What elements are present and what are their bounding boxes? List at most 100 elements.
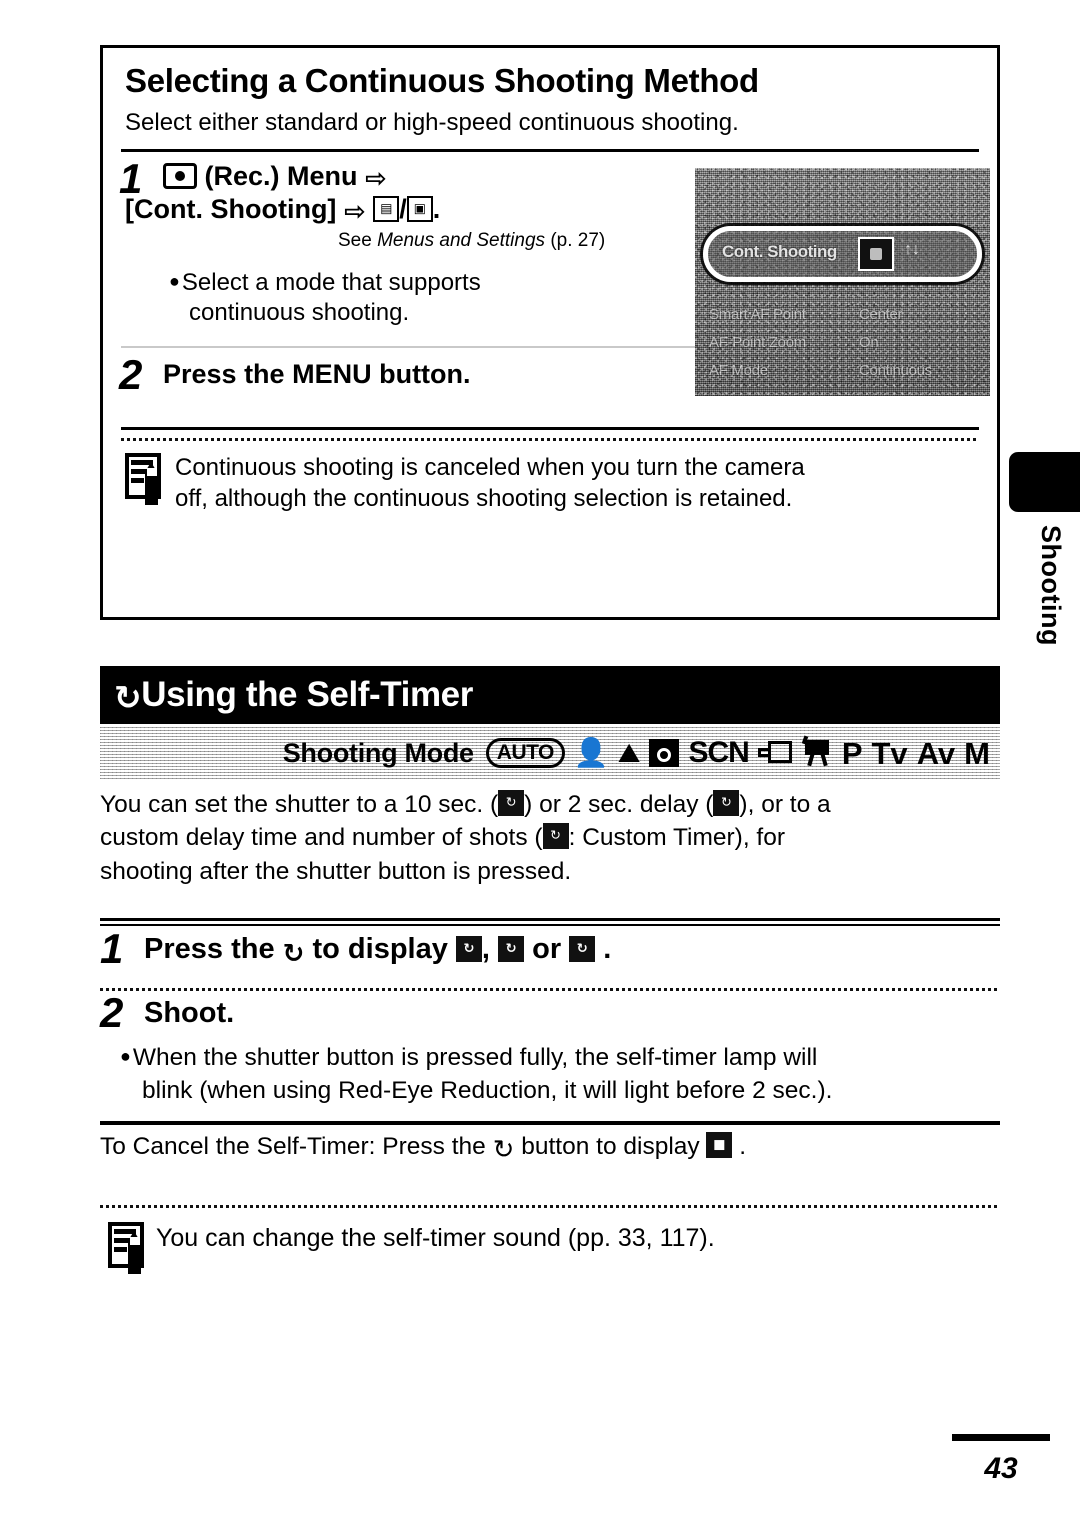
self-timer-off-icon: ■ <box>706 1132 733 1158</box>
av-mode-label: Av <box>916 735 956 771</box>
menu-highlight-label: Cont. Shooting <box>722 242 837 261</box>
arrow-right-icon: ⇨ <box>365 164 387 194</box>
menu-row: Smart AF Point Center <box>709 306 978 328</box>
cancel-section-rule <box>100 1121 1000 1125</box>
menu-alt-value-icon: ↑↓ <box>904 241 920 258</box>
step1-text-or: or <box>524 933 570 965</box>
step-2-text: Press the MENU button. <box>163 358 997 391</box>
tv-mode-label: Tv <box>871 735 908 771</box>
step-2-text-before: Press the <box>163 358 293 389</box>
timer-10sec-icon: ↻ <box>498 790 525 816</box>
self-timer-bullet-line-1: When the shutter button is pressed fully… <box>132 1044 818 1071</box>
self-timer-bullet: ●When the shutter button is pressed full… <box>120 1042 1010 1107</box>
self-timer-step-1-number: 1 <box>100 925 124 972</box>
cancel-text-end: . <box>732 1133 747 1160</box>
auto-mode-icon: AUTO <box>485 737 565 769</box>
memo-note-icon <box>108 1222 148 1274</box>
bottom-note-block: You can change the self-timer sound (pp.… <box>108 1222 1003 1274</box>
self-timer-button-icon: ↻ <box>492 1135 515 1165</box>
page-number: 43 <box>984 1452 1018 1485</box>
cancel-text-mid: button to display <box>514 1133 707 1160</box>
continuous-shooting-icon: ▤ <box>373 195 400 222</box>
cancel-self-timer-line: To Cancel the Self-Timer: Press the ↻ bu… <box>100 1131 1000 1163</box>
cont-shooting-menu-label: [Cont. Shooting] <box>125 193 337 224</box>
menu-row-label: Smart AF Point <box>709 306 806 323</box>
menu-button-label: MENU <box>292 358 372 389</box>
note-line-1: Continuous shooting is canceled when you… <box>175 453 805 481</box>
step1-text-mid: to display <box>304 933 456 965</box>
self-timer-icon: ↻ <box>114 678 142 717</box>
side-tab-marker <box>1009 452 1080 512</box>
self-timer-intro-paragraph: You can set the shutter to a 10 sec. (↻)… <box>100 788 1005 888</box>
self-timer-step-2: 2 Shoot. <box>100 992 1000 1042</box>
night-scene-mode-icon <box>649 739 680 767</box>
step1-text-end: . <box>595 933 612 965</box>
bullet-dot-icon: ● <box>120 1046 131 1066</box>
see-ref-page: (p. 27) <box>545 229 606 251</box>
menu-tabs-row <box>705 176 980 210</box>
step-2-number: 2 <box>119 350 143 398</box>
page-number-rule <box>952 1434 1050 1441</box>
intro-part-4: custom delay time and number of shots ( <box>100 824 543 852</box>
divider-rule-2 <box>121 426 979 430</box>
step-2: 2 Press the MENU button. <box>103 348 997 395</box>
cancel-text-before: To Cancel the Self-Timer: Press the <box>100 1133 493 1160</box>
manual-mode-label: M <box>964 735 990 771</box>
self-timer-step2-rule <box>100 988 1000 991</box>
landscape-mode-icon: ⛰ <box>617 737 641 769</box>
bottom-note-rule <box>100 1205 1000 1208</box>
step-1-rec-menu-text: (Rec.) Menu <box>204 161 358 191</box>
self-timer-step-1: 1 Press the ↻ to display ↻, ↻ or ↻ . <box>100 928 1000 984</box>
scn-mode-label: SCN <box>688 736 749 769</box>
intro-part-1: You can set the shutter to a 10 sec. ( <box>100 791 499 818</box>
self-timer-step1-rule-2 <box>100 924 1000 926</box>
intro-part-5: : Custom Timer), for <box>568 824 786 852</box>
see-ref-title: Menus and Settings <box>377 229 546 251</box>
timer-10sec-icon: ↻ <box>455 936 482 962</box>
self-timer-header-content: ↻Using the Self-Timer <box>100 666 1000 724</box>
side-tab-label: Shooting <box>1036 525 1066 646</box>
step-2-text-after: button. <box>371 358 471 389</box>
arrow-right-icon-2: ⇨ <box>343 196 366 227</box>
self-timer-button-icon: ↻ <box>282 939 305 969</box>
high-speed-continuous-icon: ▣ <box>406 195 433 222</box>
custom-timer-icon: ↻ <box>569 936 596 962</box>
self-timer-section-header: ↻Using the Self-Timer <box>100 666 1000 724</box>
step-1-bullet-text: Select a mode that supports <box>181 268 481 296</box>
movie-mode-icon <box>801 735 833 767</box>
note-line-2: off, although the continuous shooting se… <box>175 484 793 512</box>
intro-part-6: shooting after the shutter button is pre… <box>100 857 572 885</box>
note-text: Continuous shooting is canceled when you… <box>175 453 805 514</box>
custom-timer-icon: ↻ <box>542 823 569 850</box>
self-timer-step-1-text: Press the ↻ to display ↻, ↻ or ↻ . <box>144 932 1000 967</box>
shooting-mode-icon-list: AUTO 👤 ⛰ SCN P Tv Av M <box>485 735 1000 771</box>
step1-comma: , <box>481 933 499 965</box>
shooting-mode-bar: Shooting Mode AUTO 👤 ⛰ SCN P Tv Av M <box>100 727 1000 779</box>
self-timer-bullet-line-2: blink (when using Red-Eye Reduction, it … <box>142 1076 833 1104</box>
icon-separator-slash: / <box>399 193 407 224</box>
menu-row-value: Center <box>859 306 903 323</box>
intro-part-2: ) or 2 sec. delay ( <box>524 791 714 818</box>
intro-part-3: ), or to a <box>739 791 831 818</box>
menu-selected-value-icon <box>858 237 894 271</box>
bottom-note-text: You can change the self-timer sound (pp.… <box>156 1224 715 1252</box>
section-title: Selecting a Continuous Shooting Method <box>125 62 759 99</box>
menu-highlighted-row: Cont. Shooting ↑↓ <box>703 226 982 282</box>
self-timer-title: Using the Self-Timer <box>141 675 473 714</box>
step1-text-before: Press the <box>144 933 283 965</box>
rec-menu-icon <box>163 163 197 189</box>
section-subtitle: Select either standard or high-speed con… <box>125 109 739 136</box>
self-timer-step-2-text: Shoot. <box>144 997 235 1029</box>
see-ref-prefix: See <box>338 229 378 251</box>
continuous-shooting-section: Selecting a Continuous Shooting Method S… <box>100 45 1000 620</box>
portrait-mode-icon: 👤 <box>573 736 609 769</box>
stitch-assist-mode-icon <box>757 741 792 765</box>
step-1-number: 1 <box>119 155 143 202</box>
self-timer-step1-rule <box>100 918 1000 921</box>
timer-2sec-icon: ↻ <box>713 790 740 816</box>
note-block: Continuous shooting is canceled when you… <box>103 441 997 514</box>
memo-note-icon <box>125 452 165 505</box>
timer-2sec-icon: ↻ <box>498 936 525 962</box>
bullet-dot-icon: ● <box>169 270 180 291</box>
step-1-period: . <box>432 193 441 224</box>
